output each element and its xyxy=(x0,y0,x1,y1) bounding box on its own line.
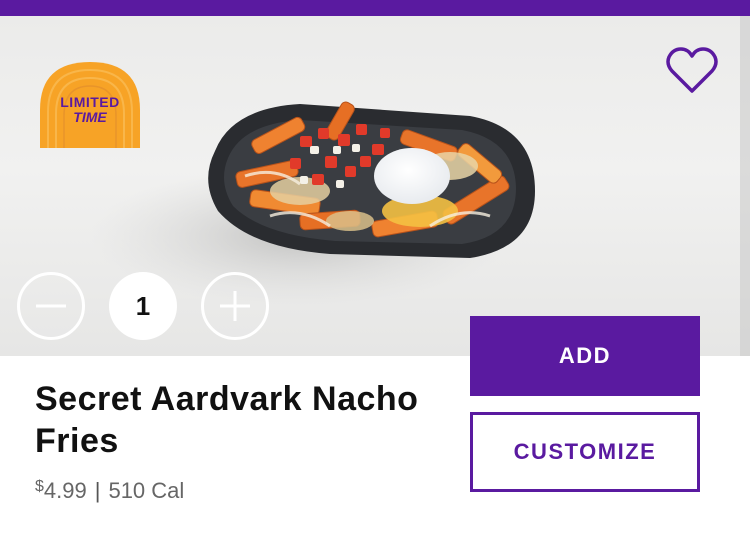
minus-icon xyxy=(36,304,66,308)
badge-label-line2: TIME xyxy=(73,109,107,125)
favorite-button[interactable] xyxy=(666,47,718,95)
badge-label-line1: LIMITED xyxy=(60,94,120,110)
increase-quantity-button[interactable] xyxy=(201,272,269,340)
product-price: 4.99 xyxy=(43,478,87,503)
currency-symbol: $ xyxy=(35,478,44,495)
scrollbar[interactable] xyxy=(740,16,750,356)
meta-separator: | xyxy=(94,478,101,503)
add-button[interactable]: ADD xyxy=(470,316,700,396)
product-name: Secret Aardvark Nacho Fries xyxy=(35,380,419,460)
heart-outline-icon xyxy=(666,47,718,93)
product-price-calories: $ 4.99 | 510 Cal xyxy=(35,478,184,504)
decrease-quantity-button[interactable] xyxy=(17,272,85,340)
limited-time-badge: LIMITED TIME xyxy=(40,62,140,148)
product-calories: 510 Cal xyxy=(108,478,185,503)
quantity-value[interactable]: 1 xyxy=(109,272,177,340)
plus-icon xyxy=(220,291,250,321)
top-brand-bar xyxy=(0,0,750,16)
customize-button[interactable]: CUSTOMIZE xyxy=(470,412,700,492)
